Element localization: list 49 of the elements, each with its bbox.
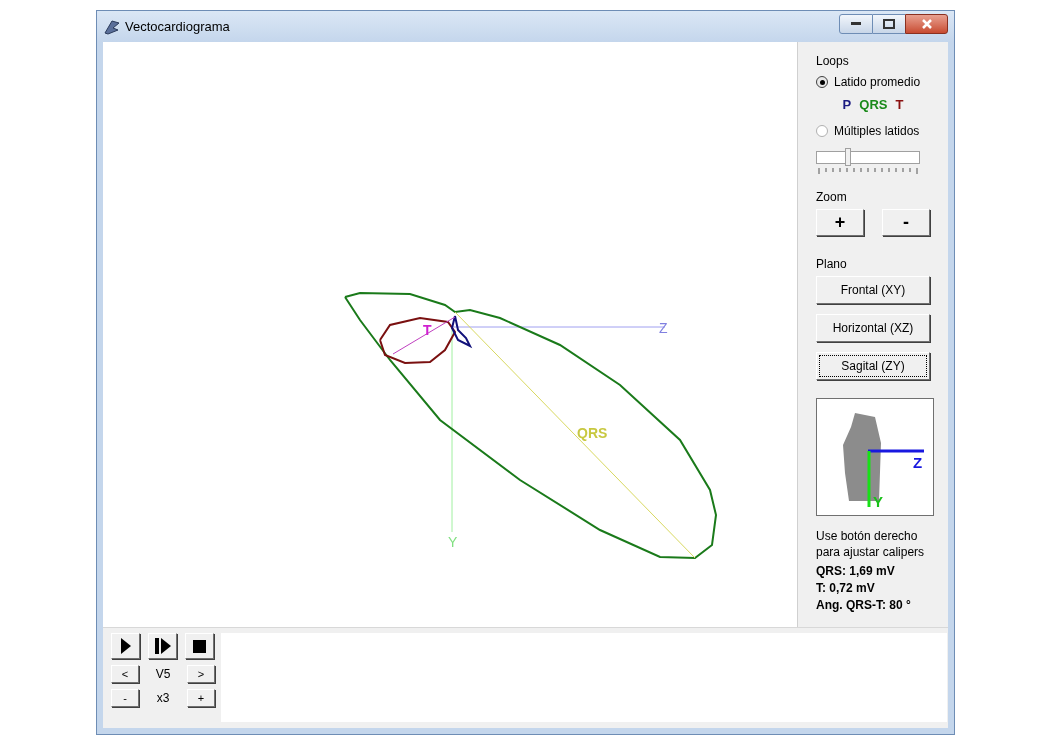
zoom-button[interactable]: - — [882, 208, 930, 236]
maximize-button[interactable] — [873, 13, 905, 34]
torso-axes — [867, 448, 925, 507]
slider-thumb[interactable] — [845, 147, 852, 166]
plane-button[interactable]: Frontal (XY) — [816, 275, 930, 304]
radio-label[interactable]: Múltiples latidos — [834, 121, 920, 140]
window-title: Vectocardiograma — [125, 17, 230, 36]
close-button[interactable] — [905, 13, 948, 34]
gain-down-button[interactable]: - — [111, 689, 139, 707]
gain-up-button[interactable]: + — [187, 689, 215, 707]
beat-slider[interactable] — [816, 147, 920, 174]
p-loop — [450, 315, 473, 349]
minimize-button[interactable] — [839, 13, 873, 34]
play-icon — [119, 638, 132, 654]
close-icon — [920, 18, 933, 29]
torso-y-label: Y — [873, 491, 883, 512]
lead-next-button[interactable]: > — [187, 665, 215, 683]
legend-label: T — [895, 96, 904, 114]
zoom-button[interactable]: + — [816, 208, 864, 236]
restore-icon — [883, 18, 895, 29]
radio-button[interactable] — [816, 124, 828, 137]
qrs-label: QRS — [577, 425, 608, 441]
plane-button[interactable]: Sagital (ZY) — [816, 351, 930, 380]
step-icon — [154, 638, 171, 654]
radio-button[interactable] — [816, 76, 828, 88]
play-button[interactable] — [111, 633, 140, 659]
torso-z-label: Z — [913, 452, 923, 473]
stop-icon — [193, 639, 206, 653]
hint-text: Use botón derecho para ajustar calipers — [816, 527, 926, 560]
lead-prev-button[interactable]: < — [111, 665, 139, 683]
stop-button[interactable] — [185, 633, 214, 659]
loops-label: Loops — [816, 53, 850, 70]
gain-label: x3 — [155, 690, 171, 707]
minimize-icon — [851, 21, 861, 26]
step-button[interactable] — [148, 633, 177, 659]
radio-label[interactable]: Latido promedio — [834, 73, 921, 91]
legend-label: P — [842, 96, 852, 114]
t-label: T — [423, 322, 432, 338]
z-axis-label: Z — [659, 320, 668, 336]
legend-label: QRS — [859, 96, 888, 114]
measurement-text: QRS: 1,69 mV — [816, 562, 896, 580]
measurement-text: T: 0,72 mV — [816, 579, 876, 597]
plane-label: Plano — [816, 255, 848, 273]
y-axis-label: Y — [448, 534, 458, 550]
plane-button[interactable]: Horizontal (XZ) — [816, 313, 930, 342]
zoom-label: Zoom — [816, 188, 848, 206]
app-icon — [103, 17, 121, 36]
lead-label: V5 — [154, 666, 172, 683]
measurement-text: Ang. QRS-T: 80 ° — [816, 596, 912, 614]
